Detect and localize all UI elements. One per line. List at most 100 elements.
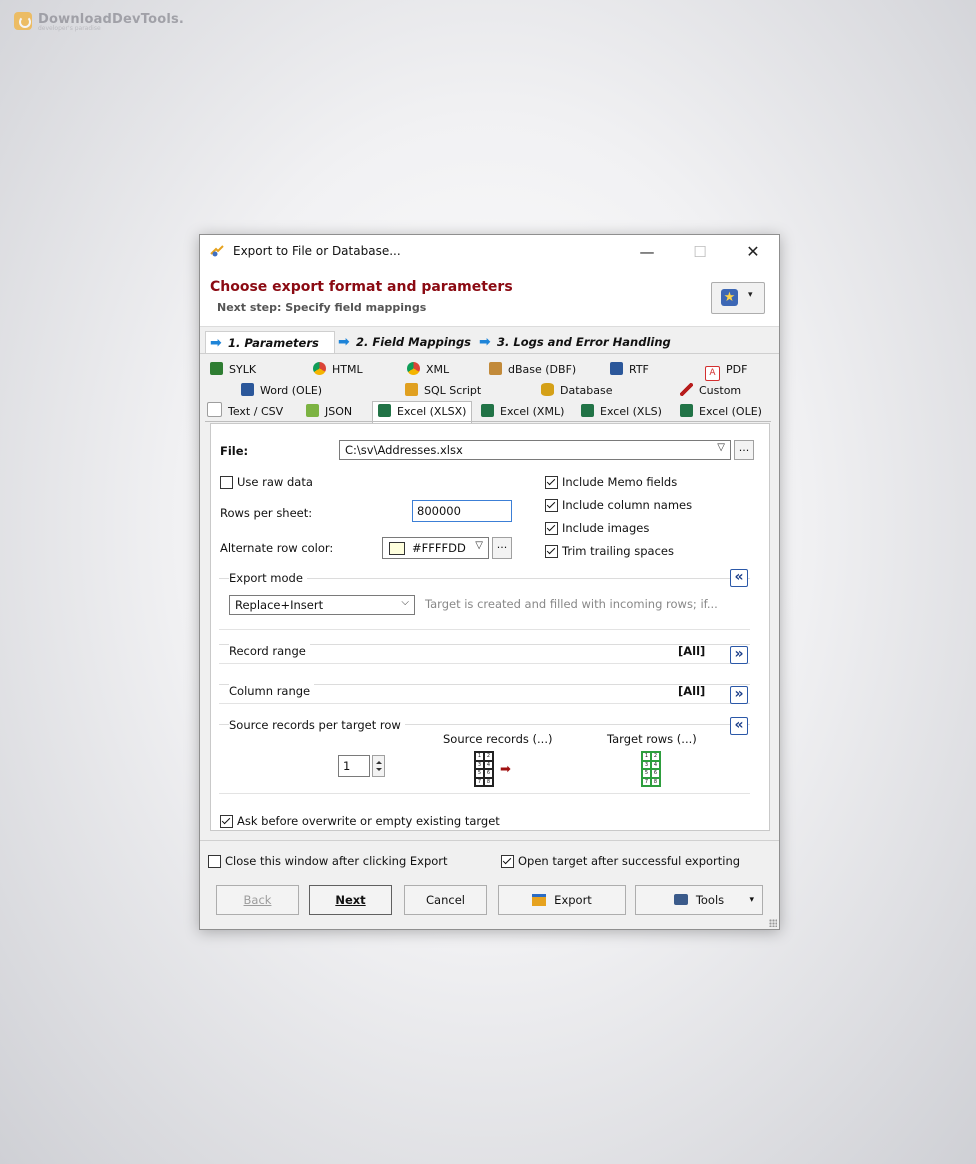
tab-label: Word (OLE) <box>260 384 323 397</box>
target-rows-caption: Target rows (...) <box>607 732 697 746</box>
step-parameters[interactable]: ➡ 1. Parameters <box>205 331 335 354</box>
close-button[interactable]: ✕ <box>733 239 773 265</box>
tab-label: Text / CSV <box>228 405 284 418</box>
back-button[interactable]: Back <box>216 885 299 915</box>
collapse-export-mode-button[interactable]: « <box>730 569 748 587</box>
tab-xml[interactable]: XML <box>407 360 449 380</box>
export-mode-section: Export mode « Replace+Insert ⌵ Target is… <box>219 569 750 630</box>
include-column-names-checkbox[interactable]: Include column names <box>545 498 692 512</box>
alternate-row-color-label: Alternate row color: <box>220 541 334 555</box>
favorites-button[interactable]: ★ ▾ <box>711 282 765 314</box>
button-label: Next <box>335 893 366 907</box>
close-after-export-checkbox[interactable]: Close this window after clicking Export <box>208 854 448 868</box>
file-path-combo[interactable]: C:\sv\Addresses.xlsx ▽ <box>339 440 731 460</box>
minimize-button[interactable]: — <box>627 239 667 265</box>
export-mode-combo[interactable]: Replace+Insert ⌵ <box>229 595 415 615</box>
next-button[interactable]: Next <box>309 885 392 915</box>
browse-file-button[interactable]: ... <box>734 440 754 460</box>
checkbox-box <box>220 814 233 828</box>
file-path-value: C:\sv\Addresses.xlsx <box>345 443 463 457</box>
tab-sylk[interactable]: SYLK <box>210 360 256 380</box>
steps-divider <box>200 353 779 354</box>
tab-database[interactable]: Database <box>541 381 613 401</box>
expand-column-range-button[interactable]: » <box>730 686 748 704</box>
step-logs-error-handling[interactable]: ➡ 3. Logs and Error Handling <box>475 331 687 353</box>
checkbox-box <box>545 498 558 512</box>
checkbox-label: Trim trailing spaces <box>562 544 674 558</box>
checkbox-label: Open target after successful exporting <box>518 854 741 868</box>
window-title: Export to File or Database... <box>233 244 401 258</box>
tab-html[interactable]: HTML <box>313 360 363 380</box>
cancel-button[interactable]: Cancel <box>404 885 487 915</box>
tab-excel-xml[interactable]: Excel (XML) <box>481 402 564 422</box>
tab-dbase[interactable]: dBase (DBF) <box>489 360 576 380</box>
step-field-mappings[interactable]: ➡ 2. Field Mappings <box>334 331 472 353</box>
checkbox-box <box>208 854 221 868</box>
tab-word-ole[interactable]: Word (OLE) <box>241 381 322 401</box>
word-icon <box>241 383 254 396</box>
tab-sql-script[interactable]: SQL Script <box>405 381 481 401</box>
resize-grip-icon[interactable] <box>769 919 777 927</box>
tab-text-csv[interactable]: Text / CSV <box>207 402 283 422</box>
toolbox-icon <box>673 894 688 905</box>
tab-json[interactable]: JSON <box>306 402 352 422</box>
button-label: Tools <box>695 893 725 907</box>
maximize-button[interactable]: ☐ <box>680 239 720 265</box>
export-button[interactable]: Export <box>498 885 626 915</box>
tab-label: RTF <box>629 363 649 376</box>
excel-icon <box>481 404 494 417</box>
dbase-icon <box>489 362 502 375</box>
pick-color-button[interactable]: ... <box>492 537 512 559</box>
tab-label: Custom <box>699 384 742 397</box>
open-target-checkbox[interactable]: Open target after successful exporting <box>501 854 740 868</box>
spinner-updown[interactable] <box>372 755 385 777</box>
checkbox-label: Use raw data <box>237 475 313 489</box>
button-label: Export <box>554 893 592 907</box>
ask-before-overwrite-checkbox[interactable]: Ask before overwrite or empty existing t… <box>220 814 500 828</box>
source-records-caption: Source records (...) <box>443 732 553 746</box>
tools-button[interactable]: Tools ▾ <box>635 885 763 915</box>
trim-spaces-checkbox[interactable]: Trim trailing spaces <box>545 544 674 558</box>
checkbox-box <box>545 521 558 535</box>
button-label: Cancel <box>426 893 465 907</box>
checkbox-label: Include Memo fields <box>562 475 678 489</box>
export-mode-description: Target is created and filled with incomi… <box>425 597 718 611</box>
tab-excel-xlsx[interactable]: Excel (XLSX) <box>372 401 473 423</box>
tab-rtf[interactable]: RTF <box>610 360 649 380</box>
json-icon <box>306 404 319 417</box>
rows-per-sheet-label: Rows per sheet: <box>220 506 313 520</box>
tab-label: JSON <box>325 405 353 418</box>
records-per-row-value[interactable]: 1 <box>338 755 370 777</box>
arrow-right-icon: ➡ <box>210 335 222 351</box>
collapse-source-records-button[interactable]: « <box>730 717 748 735</box>
checkbox-label: Close this window after clicking Export <box>225 854 448 868</box>
expand-record-range-button[interactable]: » <box>730 646 748 664</box>
include-images-checkbox[interactable]: Include images <box>545 521 649 535</box>
rows-per-sheet-input[interactable]: 800000 <box>412 500 512 522</box>
alternate-row-color-combo[interactable]: #FFFFDD ▽ <box>382 537 489 559</box>
sylk-icon <box>210 362 223 375</box>
title-bar[interactable]: Export to File or Database... — ☐ ✕ <box>200 235 779 268</box>
checkbox-box <box>545 475 558 489</box>
format-tabs-row-1: SYLK HTML XML dBase (DBF) RTF A PDF <box>205 360 771 381</box>
tab-pdf[interactable]: A PDF <box>705 360 748 381</box>
step-label: 3. Logs and Error Handling <box>497 335 671 349</box>
export-mode-value: Replace+Insert <box>235 598 324 612</box>
records-per-row-spinner[interactable]: 1 <box>338 755 386 777</box>
format-tabs-row-3: Text / CSV JSON Excel (XLSX) Excel (XML)… <box>205 401 771 423</box>
export-mode-title: Export mode <box>229 571 307 585</box>
tab-label: PDF <box>726 363 748 376</box>
chrome-icon <box>313 362 326 375</box>
tab-label: dBase (DBF) <box>508 363 577 376</box>
checkbox-box <box>220 475 233 489</box>
excel-icon <box>680 404 693 417</box>
column-range-section: Column range [All] » <box>219 684 750 704</box>
tab-custom[interactable]: Custom <box>680 381 741 401</box>
tab-excel-xls[interactable]: Excel (XLS) <box>581 402 662 422</box>
chevron-down-icon: ▽ <box>475 540 483 551</box>
tab-excel-ole[interactable]: Excel (OLE) <box>680 402 762 422</box>
include-memo-checkbox[interactable]: Include Memo fields <box>545 475 677 489</box>
use-raw-data-checkbox[interactable]: Use raw data <box>220 475 313 489</box>
app-icon <box>210 245 224 257</box>
arrow-right-icon: ➡ <box>338 334 350 350</box>
